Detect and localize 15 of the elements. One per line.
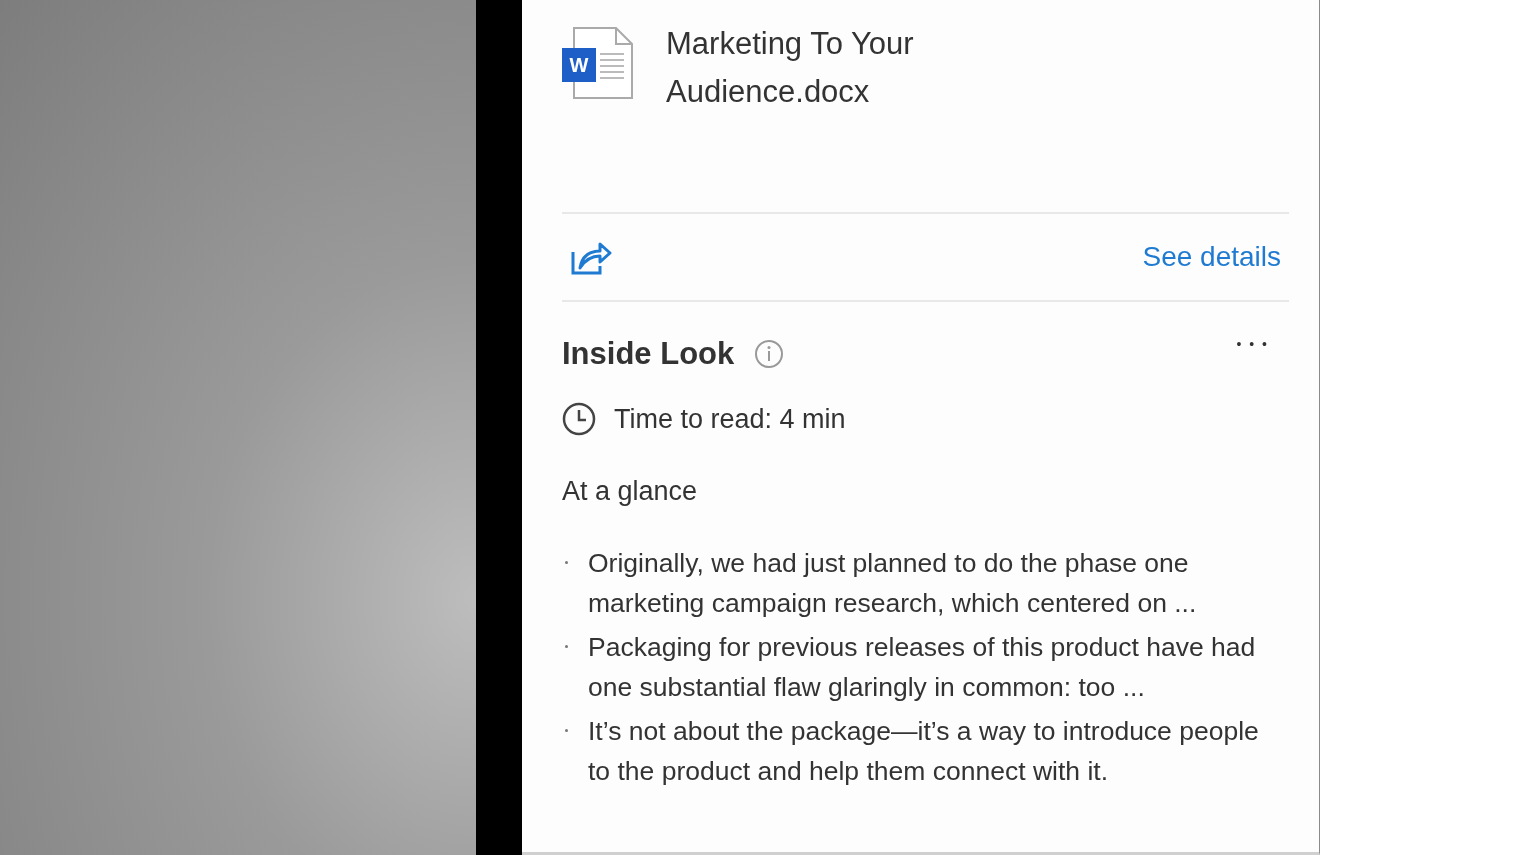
summary-text: Originally, we had just planned to do the phase one marketing campaign research, which centered on ... <box>588 547 1198 620</box>
file-name: Marketing To Your Audience.docx <box>666 25 915 111</box>
bullet-icon <box>564 645 568 648</box>
see-details-link[interactable]: See details <box>1142 241 1281 273</box>
summary-text: Packaging for previous releases of this product have had one substantial flaw glaringly in common: too ... <box>588 631 1257 704</box>
subsection-title: At a glance <box>562 476 699 507</box>
more-button[interactable]: • • • <box>1236 336 1269 352</box>
section-title: Inside Look <box>562 336 735 372</box>
summary-text: It’s not about the package—it’s a way to introduce people to the product and help them connect with it. <box>588 715 1260 788</box>
bullet-icon <box>564 729 568 732</box>
read-time: Time to read: 4 min <box>614 403 846 435</box>
info-icon[interactable] <box>754 339 785 369</box>
bullet-icon <box>564 561 568 564</box>
file-type-badge: W <box>562 48 596 82</box>
clock-icon <box>562 402 596 436</box>
